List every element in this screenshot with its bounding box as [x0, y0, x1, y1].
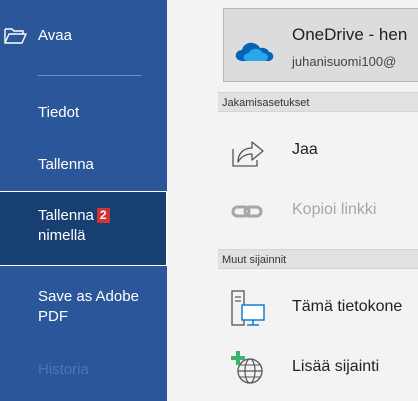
sidebar-item-label: Tiedot [38, 104, 80, 121]
copy-link-option: Kopioi linkki [218, 187, 418, 235]
sidebar-item-label: Historia [38, 361, 89, 378]
link-icon [230, 193, 266, 229]
share-label: Jaa [292, 141, 318, 158]
share-arrow-icon [230, 133, 266, 169]
sidebar-item-info[interactable]: Tiedot [0, 103, 167, 123]
share-option[interactable]: Jaa [218, 127, 418, 175]
sidebar-item-history: Historia [0, 360, 167, 380]
open-menu-label: Avaa [38, 27, 72, 44]
onedrive-account: juhanisuomi100@ [292, 54, 397, 69]
add-location-label: Lisää sijainti [292, 358, 380, 375]
onedrive-location[interactable]: OneDrive - hen juhanisuomi100@ [223, 8, 418, 82]
sharing-section-header: Jakamisasetukset [218, 92, 418, 112]
sidebar-divider [38, 75, 142, 76]
computer-icon [230, 290, 266, 326]
sidebar-item-label: Tallenna [38, 156, 94, 173]
folder-open-icon [4, 26, 28, 52]
open-menu-item[interactable]: Avaa [0, 26, 167, 46]
add-location-globe-icon [230, 350, 266, 386]
onedrive-title: OneDrive - hen [292, 25, 408, 44]
sidebar-item-label-line2: nimellä [38, 227, 86, 244]
this-pc-label: Tämä tietokone [292, 298, 403, 315]
sidebar-item-label: Save as Adobe [38, 288, 139, 305]
this-pc-option[interactable]: Tämä tietokone [218, 284, 418, 332]
step-badge: 2 [96, 208, 110, 223]
add-location-option[interactable]: Lisää sijainti [218, 344, 418, 392]
other-locations-header: Muut sijainnit [218, 249, 418, 269]
sidebar-item-save-as-adobe-pdf[interactable]: Save as Adobe PDF [0, 287, 167, 327]
backstage-sidebar: Avaa Tiedot Tallenna Tallenna 2 nimellä S… [0, 0, 167, 401]
sidebar-item-save-as[interactable]: Tallenna 2 nimellä [0, 191, 167, 266]
onedrive-cloud-icon [234, 39, 274, 68]
copy-link-label: Kopioi linkki [292, 201, 377, 218]
sidebar-item-save[interactable]: Tallenna [0, 155, 167, 175]
save-as-panel: OneDrive - hen juhanisuomi100@ Jakamisas… [167, 0, 418, 401]
sidebar-item-label: Tallenna [38, 207, 94, 224]
sidebar-item-label-line2: PDF [38, 308, 68, 325]
